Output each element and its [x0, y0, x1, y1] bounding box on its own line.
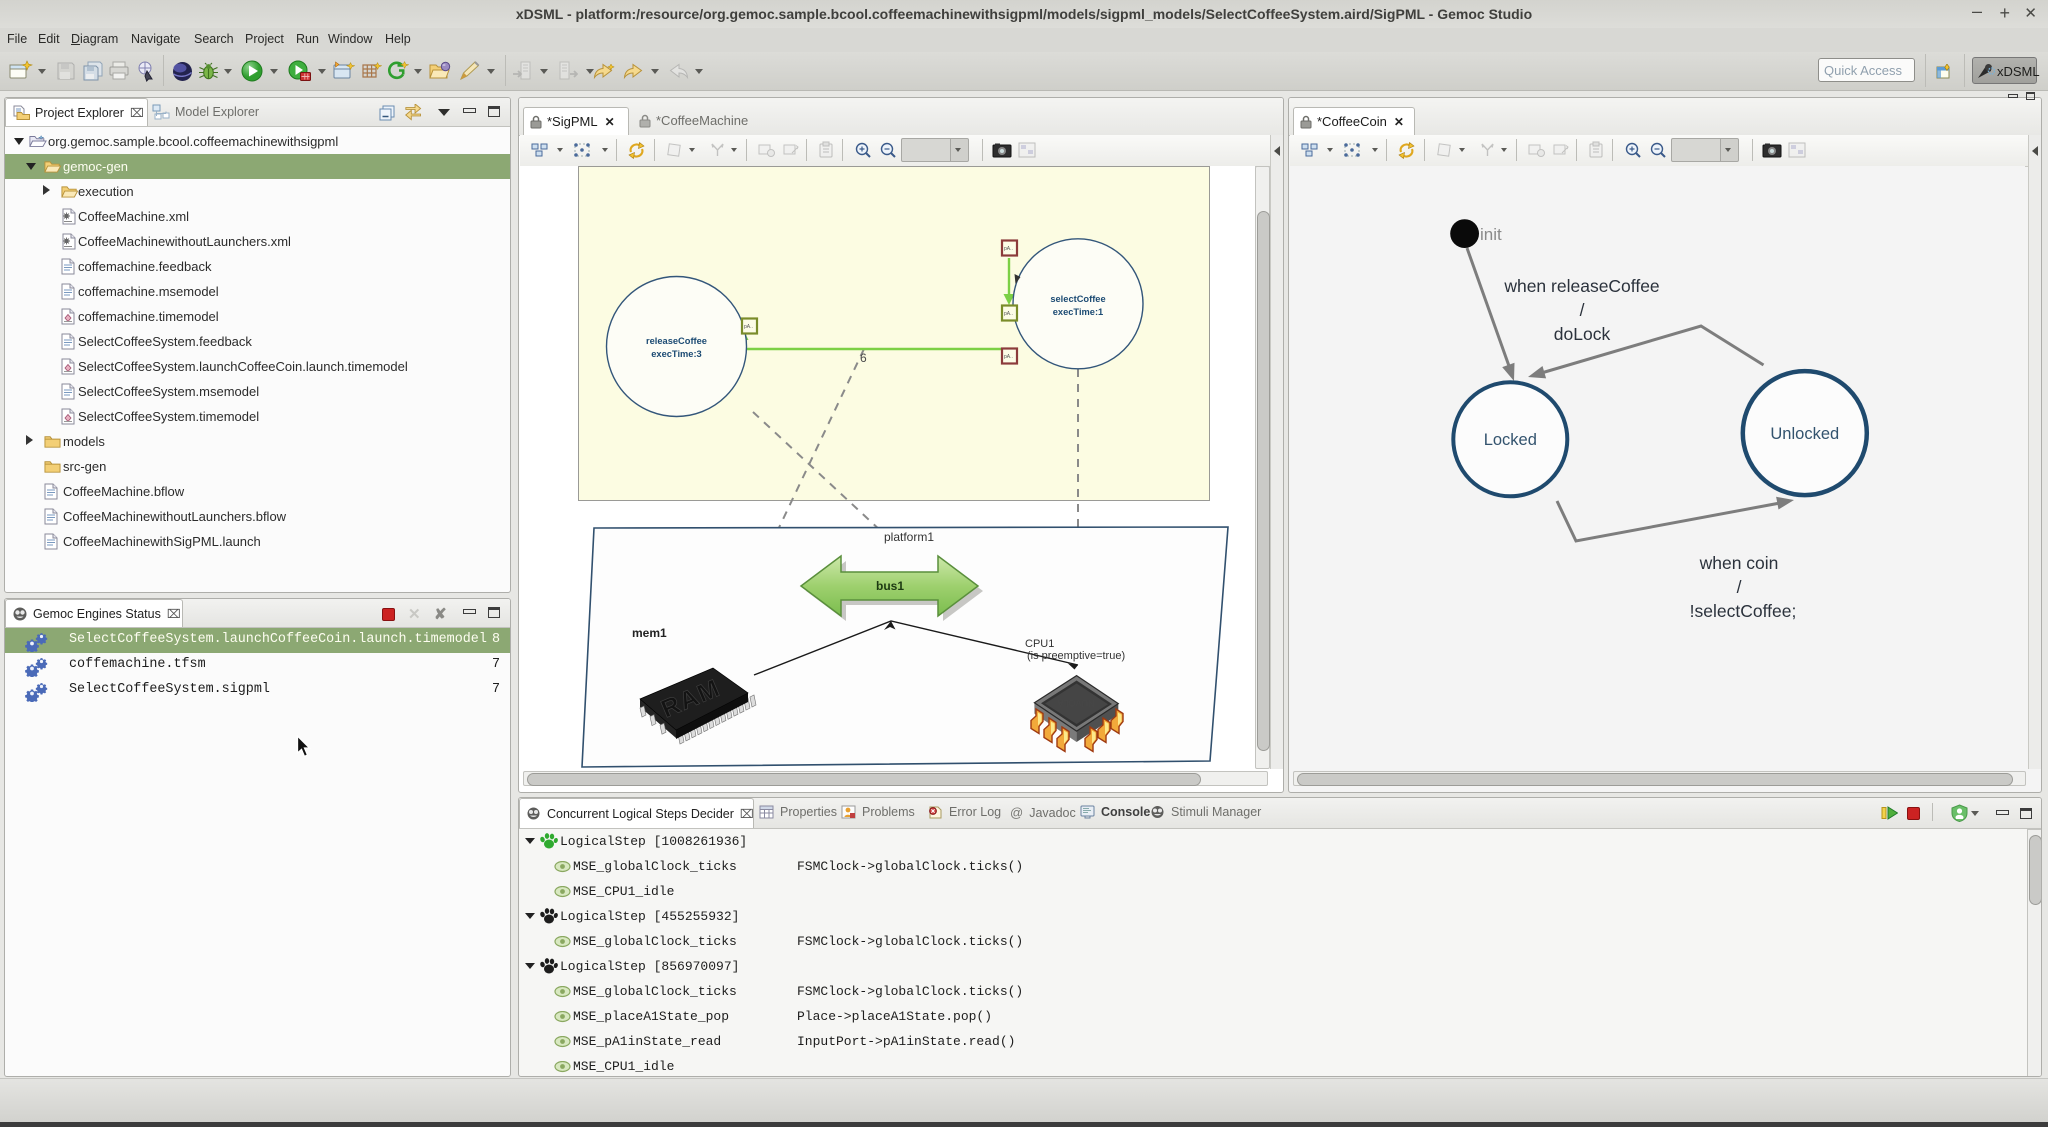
svg-text:releaseCoffee: releaseCoffee: [646, 336, 707, 346]
svg-text:CPU1: CPU1: [1025, 638, 1054, 650]
svg-text:6: 6: [860, 351, 867, 365]
svg-text:pA..: pA..: [1004, 311, 1013, 317]
svg-text:doLock: doLock: [1554, 324, 1611, 344]
svg-text:mem1: mem1: [632, 626, 667, 640]
svg-text:NUVOLA: NUVOLA: [1057, 698, 1094, 708]
svg-text:when coin: when coin: [1699, 553, 1779, 573]
svg-text:/: /: [1737, 577, 1742, 597]
svg-text:Unlocked: Unlocked: [1770, 425, 1839, 443]
svg-text:platform1: platform1: [884, 530, 934, 544]
svg-text:execTime:3: execTime:3: [651, 349, 701, 359]
svg-text:when releaseCoffee: when releaseCoffee: [1503, 276, 1659, 296]
svg-text:pA..: pA..: [744, 324, 753, 330]
svg-text:Locked: Locked: [1484, 431, 1537, 449]
svg-text:execTime:1: execTime:1: [1053, 307, 1103, 317]
svg-text:selectCoffee: selectCoffee: [1050, 294, 1105, 304]
svg-text:pA..: pA..: [1004, 246, 1013, 252]
svg-text:(is preemptive=true): (is preemptive=true): [1027, 650, 1125, 662]
svg-text:bus1: bus1: [876, 579, 904, 593]
svg-text:pA..: pA..: [1004, 354, 1013, 360]
svg-text:!selectCoffee;: !selectCoffee;: [1690, 601, 1797, 621]
svg-text:/: /: [1580, 300, 1585, 320]
svg-text:init: init: [1480, 225, 1502, 244]
